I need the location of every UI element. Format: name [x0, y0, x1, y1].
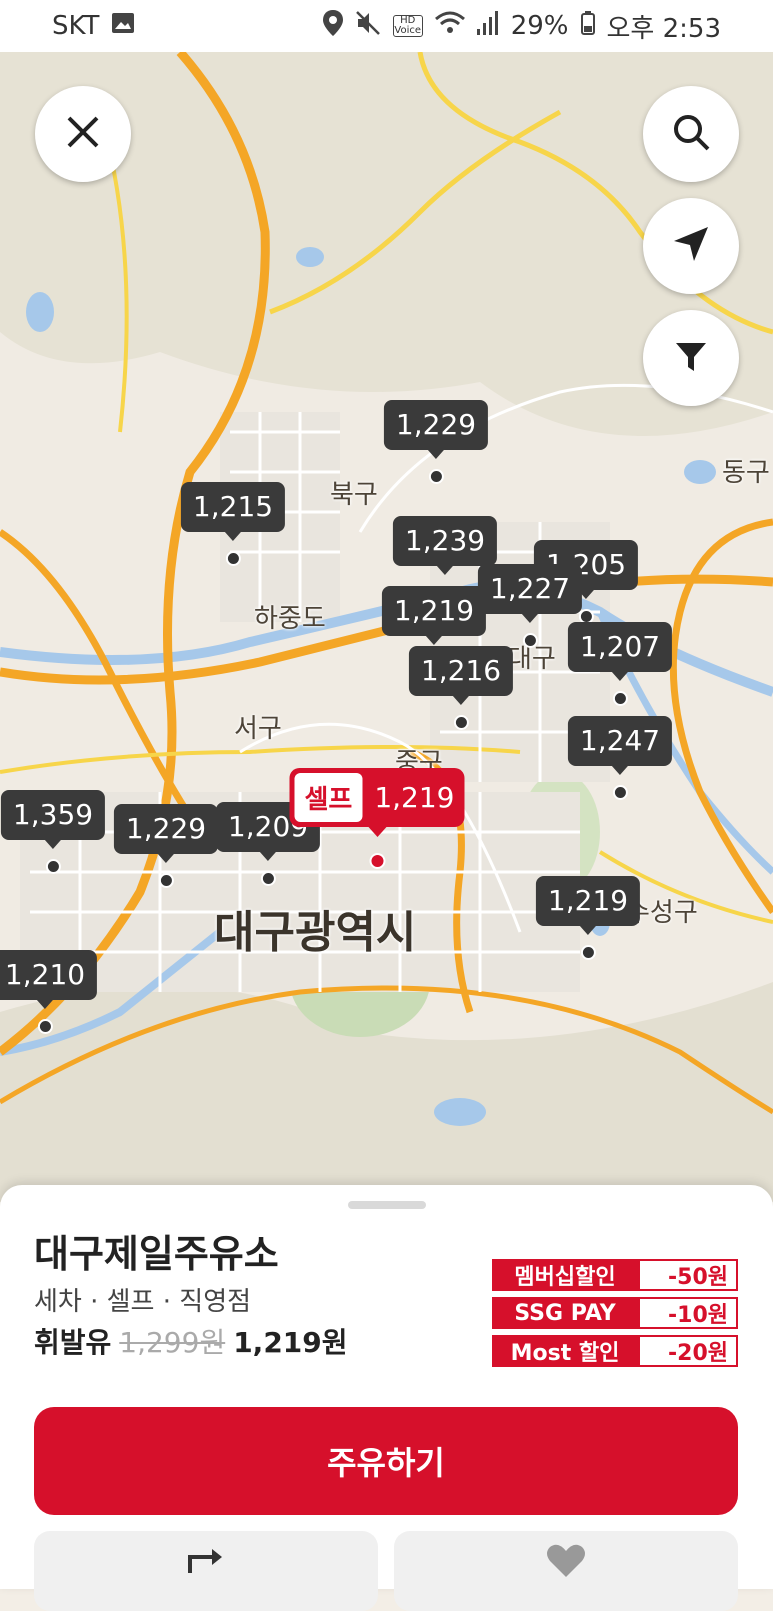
map-label-bukgu: 북구 — [330, 480, 378, 510]
price-marker[interactable]: 1,207 — [567, 622, 673, 706]
selected-price: 1,219 — [374, 781, 455, 814]
price-marker[interactable]: 1,227 — [477, 564, 583, 648]
marker-price: 1,219 — [381, 586, 487, 636]
carrier-label: SKT — [52, 11, 100, 41]
price-marker[interactable]: 1,216 — [408, 646, 514, 730]
marker-price: 1,216 — [408, 646, 514, 696]
marker-price: 1,359 — [0, 790, 106, 840]
map-label-seogu: 서구 — [234, 714, 282, 744]
map-view[interactable]: 북구 하중도 서구 중구 대구광역시 수성구 동구 대구 1,229 1,215… — [0, 52, 773, 1202]
price-marker[interactable]: 1,219 — [381, 586, 487, 645]
marker-price: 1,210 — [0, 950, 98, 1000]
close-button[interactable] — [35, 86, 131, 182]
hd-voice-icon: HD Voice — [392, 15, 423, 37]
sheet-drag-handle[interactable] — [348, 1201, 426, 1209]
status-bar: SKT HD Voice 29% 오후 2:53 — [0, 0, 773, 52]
price-marker[interactable]: 1,210 — [0, 950, 98, 1034]
search-icon — [671, 112, 711, 156]
discounted-price: 1,219원 — [233, 1326, 348, 1359]
discount-most: Most 할인 -20원 — [492, 1335, 738, 1367]
map-label-daegu-city: 대구광역시 — [214, 907, 417, 958]
gallery-icon — [111, 11, 135, 41]
fuel-price-row: 휘발유 1,299원 1,219원 — [34, 1321, 348, 1361]
discount-ssg-pay: SSG PAY -10원 — [492, 1297, 738, 1329]
filter-button[interactable] — [643, 310, 739, 406]
battery-icon — [580, 10, 595, 42]
original-price: 1,299원 — [119, 1326, 226, 1359]
wifi-icon — [434, 11, 465, 42]
favorite-button[interactable] — [394, 1531, 738, 1611]
map-label-donggu: 동구 — [722, 458, 770, 488]
heart-icon — [546, 1543, 586, 1611]
signal-icon — [476, 10, 499, 42]
marker-price: 1,247 — [567, 716, 673, 766]
navigation-arrow-icon — [672, 225, 710, 267]
marker-price: 1,229 — [113, 804, 219, 854]
marker-price: 1,227 — [477, 564, 583, 614]
station-tags: 세차 · 셀프 · 직영점 — [34, 1287, 252, 1317]
marker-price: 1,215 — [180, 482, 286, 532]
close-icon — [66, 115, 100, 153]
refuel-button[interactable]: 주유하기 — [34, 1407, 738, 1515]
price-marker[interactable]: 1,219 — [535, 876, 641, 960]
map-label-hajungdo: 하중도 — [254, 604, 326, 634]
battery-percent: 29% — [510, 11, 569, 41]
fuel-type: 휘발유 — [34, 1326, 112, 1359]
marker-price: 1,239 — [392, 516, 498, 566]
price-marker[interactable]: 1,247 — [567, 716, 673, 800]
my-location-button[interactable] — [643, 198, 739, 294]
location-icon — [322, 9, 343, 43]
directions-icon — [186, 1543, 226, 1611]
station-detail-sheet[interactable]: 대구제일주유소 세차 · 셀프 · 직영점 휘발유 1,299원 1,219원 … — [0, 1185, 773, 1611]
marker-price: 1,219 — [535, 876, 641, 926]
price-marker[interactable]: 1,229 — [383, 400, 489, 484]
price-marker[interactable]: 1,229 — [113, 804, 219, 888]
station-name: 대구제일주유소 — [34, 1232, 279, 1276]
directions-button[interactable] — [34, 1531, 378, 1611]
filter-icon — [674, 339, 708, 377]
marker-price: 1,207 — [567, 622, 673, 672]
selected-station-marker[interactable]: 셀프 1,219 — [289, 768, 465, 869]
search-button[interactable] — [643, 86, 739, 182]
mute-icon — [355, 10, 381, 43]
marker-price: 1,229 — [383, 400, 489, 450]
clock: 오후 2:53 — [606, 13, 722, 44]
discount-membership: 멤버십할인 -50원 — [492, 1259, 738, 1291]
price-marker[interactable]: 1,359 — [0, 790, 106, 874]
price-marker[interactable]: 1,215 — [180, 482, 286, 566]
self-service-tag: 셀프 — [294, 773, 363, 822]
